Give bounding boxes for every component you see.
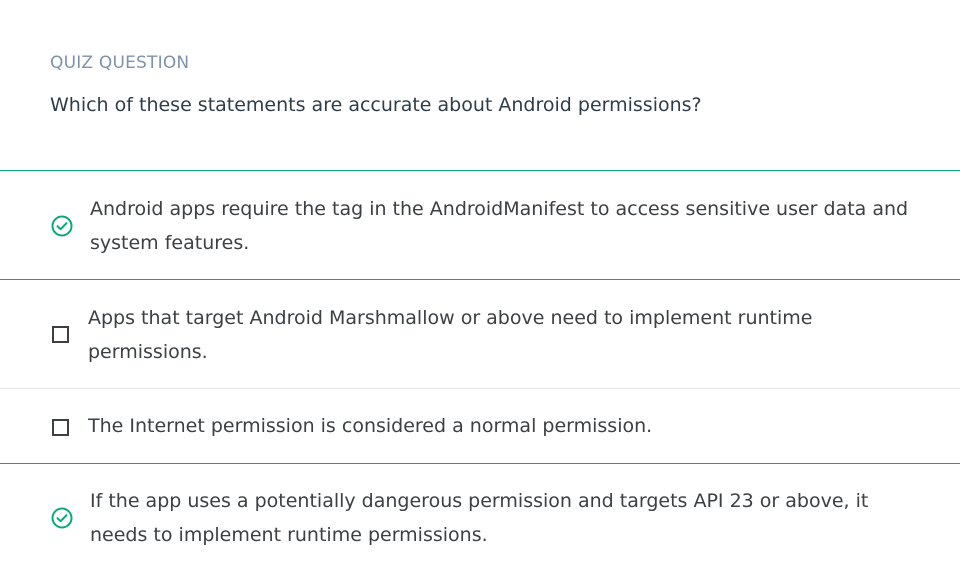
quiz-question: Which of these statements are accurate a… — [50, 94, 702, 116]
checkbox-icon[interactable] — [52, 419, 69, 436]
check-circle-icon[interactable] — [51, 215, 73, 241]
answer-option-label: If the app uses a potentially dangerous … — [90, 490, 869, 546]
check-circle-icon[interactable] — [51, 507, 73, 533]
quiz-eyebrow: QUIZ QUESTION — [50, 53, 190, 73]
answer-option-label: Apps that target Android Marshmallow or … — [88, 307, 813, 363]
answer-option-3[interactable]: The Internet permission is considered a … — [0, 388, 960, 463]
checkbox-icon[interactable] — [52, 326, 69, 343]
quiz-header: QUIZ QUESTION Which of these statements … — [50, 52, 940, 118]
answer-option-label: The Internet permission is considered a … — [88, 415, 653, 437]
answer-option-2[interactable]: Apps that target Android Marshmallow or … — [0, 279, 960, 388]
quiz-page: QUIZ QUESTION Which of these statements … — [0, 0, 960, 568]
answer-option-1[interactable]: Android apps require the tag in the Andr… — [0, 170, 960, 279]
answer-options: Android apps require the tag in the Andr… — [0, 170, 960, 567]
answer-option-4[interactable]: If the app uses a potentially dangerous … — [0, 463, 960, 567]
answer-option-label: Android apps require the tag in the Andr… — [90, 198, 909, 254]
